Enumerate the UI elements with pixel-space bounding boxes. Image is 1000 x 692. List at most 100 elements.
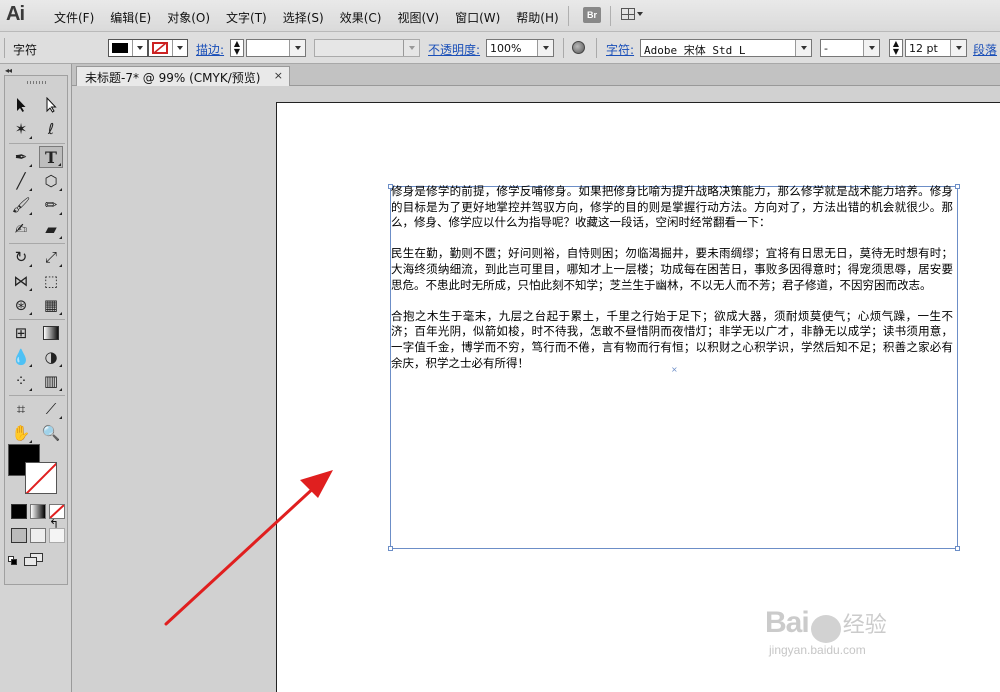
scale-tool-icon[interactable]: ⤢ [39, 246, 63, 268]
none-mode-button[interactable] [49, 504, 65, 519]
recolor-artwork-icon[interactable] [572, 41, 585, 54]
selection-tool-icon[interactable] [9, 94, 33, 116]
watermark-logo: Bai 经验 [765, 606, 887, 643]
polygon-tool-icon[interactable]: ⬡ [39, 170, 63, 192]
close-icon[interactable]: × [274, 69, 283, 82]
panel-grip[interactable] [27, 81, 47, 84]
default-colors-icon[interactable] [8, 556, 17, 565]
chevron-down-icon [542, 46, 549, 50]
font-family-field[interactable]: Adobe 宋体 Std L [640, 39, 812, 57]
variable-width-profile [314, 39, 420, 57]
opacity-label[interactable]: 不透明度: [428, 41, 480, 58]
dropdown-button [950, 40, 966, 56]
menu-help[interactable]: 帮助(H) [508, 9, 566, 26]
lasso-tool-icon[interactable]: ℓ [39, 118, 63, 140]
paw-icon [810, 614, 841, 643]
perspective-grid-tool-icon[interactable]: ▦ [39, 294, 63, 316]
stroke-color-swatch[interactable] [148, 39, 188, 57]
gradient-mode-button[interactable] [30, 504, 46, 519]
text-paragraph: 民生在勤，勤则不匮；好问则裕，自恃则困；勿临渴掘井，要未雨绸缪；宜将有日思无日，… [391, 246, 953, 292]
paragraph-label[interactable]: 段落 [973, 41, 997, 58]
menu-object[interactable]: 对象(O) [159, 9, 218, 26]
slice-tool-icon[interactable]: ⟋ [39, 398, 63, 420]
resize-handle[interactable] [955, 184, 960, 189]
magic-wand-tool-icon[interactable]: ✶ [9, 118, 33, 140]
width-tool-icon[interactable]: ⋈ [9, 270, 33, 292]
arrange-documents-icon [621, 8, 635, 20]
fill-preview [112, 43, 128, 53]
watermark-brand: Bai [765, 606, 810, 639]
character-label[interactable]: 字符: [606, 41, 634, 58]
menu-effect[interactable]: 效果(C) [332, 9, 390, 26]
control-bar: 字符 描边: ▲ ▼ 不透明度: 100% 字符: Adobe 宋体 Std L … [0, 32, 1000, 64]
menu-type[interactable]: 文字(T) [218, 9, 275, 26]
draw-behind-icon[interactable] [30, 528, 46, 543]
opacity-field[interactable]: 100% [486, 39, 554, 57]
screen-mode-icon[interactable] [24, 553, 44, 567]
paintbrush-tool-icon[interactable]: 🖌 [9, 194, 33, 216]
workspace-switcher[interactable] [621, 8, 643, 20]
direct-selection-tool-icon[interactable] [39, 94, 63, 116]
watermark-url: jingyan.baidu.com [769, 642, 866, 657]
chevron-down-icon [177, 46, 183, 50]
shape-builder-tool-icon[interactable]: ⊛ [9, 294, 33, 316]
opacity-value: 100% [490, 42, 522, 55]
collapse-panel-icon[interactable]: ◂◂ [5, 66, 12, 75]
stroke-swatch[interactable] [25, 462, 57, 494]
blob-brush-tool-icon[interactable]: ✍ [9, 218, 33, 240]
divider [9, 243, 65, 244]
text-frame-content[interactable]: 修身是修学的前提，修学反哺修身。如果把修身比喻为提升战略决策能力，那么修学就是战… [391, 184, 953, 387]
pencil-tool-icon[interactable]: ✏ [39, 194, 63, 216]
mesh-tool-icon[interactable]: ⊞ [9, 322, 33, 344]
chevron-down-icon [137, 46, 143, 50]
draw-normal-icon[interactable] [11, 528, 27, 543]
gradient-swatch [43, 326, 59, 340]
menu-file[interactable]: 文件(F) [46, 9, 102, 26]
menu-window[interactable]: 窗口(W) [447, 9, 508, 26]
pen-tool-icon[interactable]: ✒ [9, 146, 33, 168]
color-mode-row [11, 504, 65, 519]
document-tab[interactable]: 未标题-7* @ 99% (CMYK/预览) × [76, 66, 290, 86]
no-stroke-icon [152, 42, 168, 54]
free-transform-tool-icon[interactable]: ⬚ [39, 270, 63, 292]
menu-view[interactable]: 视图(V) [389, 9, 447, 26]
text-paragraph: 修身是修学的前提，修学反哺修身。如果把修身比喻为提升战略决策能力，那么修学就是战… [391, 184, 953, 230]
control-divider [563, 38, 564, 58]
font-style-field[interactable]: - [820, 39, 880, 57]
font-size-field[interactable]: 12 pt [905, 39, 967, 57]
document-tab-bar: 未标题-7* @ 99% (CMYK/预览) × [72, 64, 1000, 86]
menu-divider [610, 6, 611, 26]
menu-bar: Ai 文件(F) 编辑(E) 对象(O) 文字(T) 选择(S) 效果(C) 视… [0, 0, 1000, 32]
menu-select[interactable]: 选择(S) [275, 9, 332, 26]
dropdown-button [172, 40, 187, 56]
hand-tool-icon[interactable]: ✋ [9, 422, 33, 444]
gradient-tool-icon[interactable] [39, 322, 63, 344]
rotate-tool-icon[interactable]: ↻ [9, 246, 33, 268]
color-mode-button[interactable] [11, 504, 27, 519]
column-graph-tool-icon[interactable]: ▥ [39, 370, 63, 392]
line-tool-icon[interactable]: ╱ [9, 170, 33, 192]
menu-divider [568, 6, 569, 26]
eyedropper-tool-icon[interactable]: 💧 [9, 346, 33, 368]
type-tool-icon[interactable]: T [39, 146, 63, 168]
draw-inside-icon[interactable] [49, 528, 65, 543]
screen-frame [24, 557, 37, 566]
panel-label: 字符 [13, 43, 38, 57]
dropdown-button [863, 40, 879, 56]
stroke-weight-field[interactable] [246, 39, 306, 57]
symbol-sprayer-tool-icon[interactable]: ⁘ [9, 370, 33, 392]
blend-tool-icon[interactable]: ◑ [39, 346, 63, 368]
eraser-tool-icon[interactable]: ▰ [39, 218, 63, 240]
artboard-tool-icon[interactable]: ⌗ [9, 398, 33, 420]
zoom-tool-icon[interactable]: 🔍 [39, 422, 63, 444]
resize-handle[interactable] [955, 546, 960, 551]
chevron-down-icon [637, 12, 643, 16]
watermark-brand-cn: 经验 [842, 612, 887, 637]
resize-handle[interactable] [388, 546, 393, 551]
bridge-button[interactable]: Br [583, 7, 601, 23]
stroke-weight-stepper[interactable]: ▲ ▼ [230, 39, 244, 57]
stroke-label[interactable]: 描边: [196, 41, 224, 58]
font-size-stepper[interactable]: ▲ ▼ [889, 39, 903, 57]
fill-color-swatch[interactable] [108, 39, 148, 57]
menu-edit[interactable]: 编辑(E) [102, 9, 159, 26]
